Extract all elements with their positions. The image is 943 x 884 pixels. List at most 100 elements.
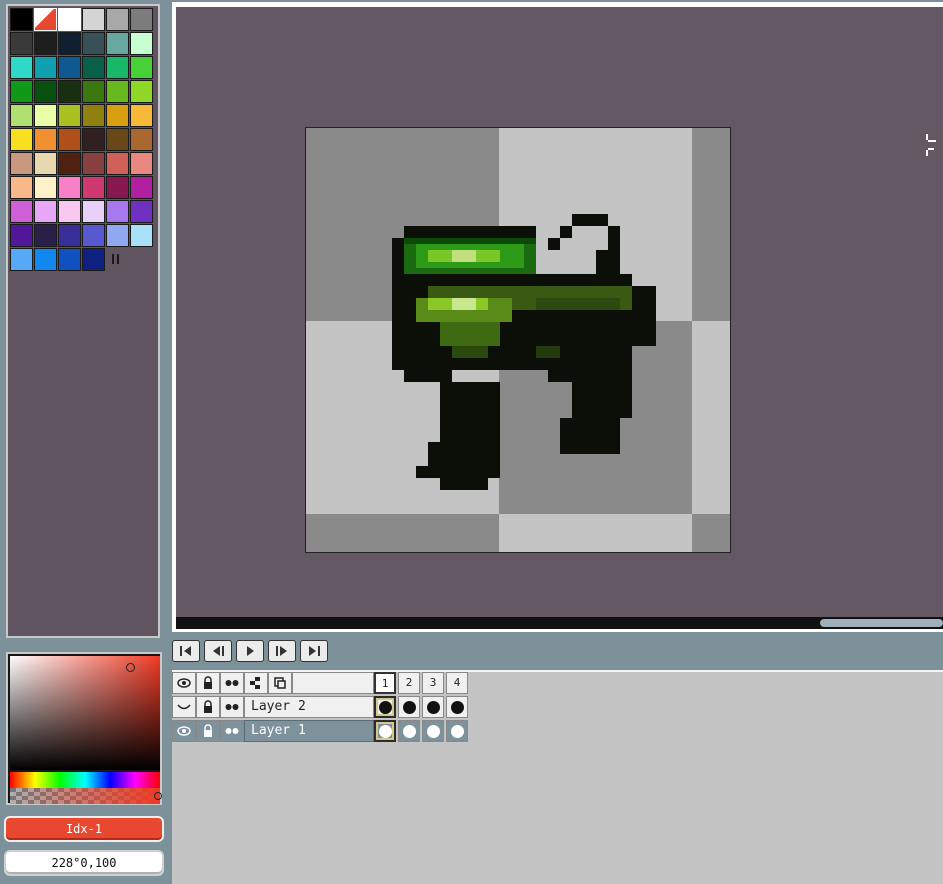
palette-swatch[interactable] [34, 200, 57, 223]
cel-layer2-frame2[interactable] [398, 696, 420, 718]
palette-swatch[interactable] [10, 176, 33, 199]
lock-header[interactable] [196, 672, 220, 694]
palette-swatch[interactable] [130, 104, 153, 127]
frame-header-3[interactable]: 3 [422, 672, 444, 694]
palette-swatch[interactable] [130, 152, 153, 175]
palette-swatch[interactable] [34, 32, 57, 55]
palette-swatch[interactable] [82, 8, 105, 31]
palette-swatch[interactable] [106, 32, 129, 55]
palette-swatch[interactable] [10, 32, 33, 55]
palette-swatch[interactable] [10, 104, 33, 127]
continuous-header[interactable] [220, 672, 244, 694]
layer-1-lock-toggle[interactable] [196, 720, 220, 742]
palette-swatch[interactable] [82, 104, 105, 127]
palette-swatch[interactable] [82, 32, 105, 55]
palette-swatch[interactable] [106, 200, 129, 223]
palette-swatch[interactable] [34, 56, 57, 79]
layer-2-name[interactable]: Layer 2 [244, 696, 374, 718]
palette-swatch[interactable] [34, 248, 57, 271]
play-button[interactable] [236, 640, 264, 662]
horizontal-scrollbar-thumb[interactable] [820, 619, 943, 627]
cel-layer1-frame2[interactable] [398, 720, 420, 742]
palette-swatch[interactable] [58, 32, 81, 55]
cel-layer1-frame3[interactable] [422, 720, 444, 742]
palette-swatch[interactable] [10, 200, 33, 223]
alpha-slider[interactable] [10, 788, 160, 804]
palette-resize-handle[interactable] [112, 254, 120, 266]
palette-swatch[interactable] [34, 128, 57, 151]
palette-swatch[interactable] [58, 152, 81, 175]
cel-layer2-frame4[interactable] [446, 696, 468, 718]
palette-swatch[interactable] [82, 80, 105, 103]
palette-swatch[interactable] [34, 224, 57, 247]
palette-swatch[interactable] [10, 152, 33, 175]
previous-frame-button[interactable] [204, 640, 232, 662]
palette-swatch[interactable] [58, 80, 81, 103]
palette-swatch[interactable] [130, 224, 153, 247]
palette-swatch[interactable] [58, 224, 81, 247]
layer-1-continuous-toggle[interactable] [220, 720, 244, 742]
palette-swatch[interactable] [34, 152, 57, 175]
palette-swatch[interactable] [82, 128, 105, 151]
palette-swatch[interactable] [58, 200, 81, 223]
layer-1-visibility-toggle[interactable] [172, 720, 196, 742]
palette-swatch[interactable] [130, 176, 153, 199]
palette-swatch[interactable] [106, 56, 129, 79]
palette-swatch[interactable] [130, 128, 153, 151]
palette-swatch[interactable] [10, 128, 33, 151]
palette-swatch[interactable] [10, 248, 33, 271]
hue-slider[interactable] [10, 772, 160, 788]
visibility-header[interactable] [172, 672, 196, 694]
saturation-value-field[interactable] [10, 656, 160, 770]
frame-header-1[interactable]: 1 [374, 672, 396, 694]
palette-swatch[interactable] [34, 104, 57, 127]
palette-swatch[interactable] [34, 8, 57, 31]
next-frame-button[interactable] [268, 640, 296, 662]
cel-layer2-frame1[interactable] [374, 696, 396, 718]
frame-header-4[interactable]: 4 [446, 672, 468, 694]
layer-1-name[interactable]: Layer 1 [244, 720, 374, 742]
layer-2-visibility-toggle[interactable] [172, 696, 196, 718]
cel-layer1-frame4[interactable] [446, 720, 468, 742]
sv-cursor[interactable] [126, 663, 135, 672]
palette-swatch[interactable] [130, 56, 153, 79]
palette-swatch[interactable] [58, 248, 81, 271]
palette-swatch[interactable] [106, 80, 129, 103]
sprite-canvas[interactable] [305, 127, 731, 553]
palette-swatch[interactable] [82, 176, 105, 199]
palette-swatch[interactable] [130, 200, 153, 223]
palette-swatch[interactable] [10, 56, 33, 79]
palette-swatch[interactable] [58, 56, 81, 79]
layer-2-continuous-toggle[interactable] [220, 696, 244, 718]
last-frame-button[interactable] [300, 640, 328, 662]
palette-swatch[interactable] [82, 152, 105, 175]
palette-swatch[interactable] [106, 8, 129, 31]
palette-swatch[interactable] [58, 104, 81, 127]
alpha-cursor[interactable] [154, 792, 162, 800]
palette-swatch[interactable] [130, 80, 153, 103]
palette-swatch[interactable] [130, 8, 153, 31]
palette-swatch[interactable] [10, 8, 33, 31]
palette-swatch[interactable] [106, 224, 129, 247]
palette-swatch[interactable] [106, 152, 129, 175]
palette-swatch[interactable] [58, 176, 81, 199]
palette-swatch[interactable] [130, 32, 153, 55]
palette-swatch[interactable] [82, 56, 105, 79]
color-index-field[interactable]: Idx-1 [4, 816, 164, 842]
cel-layer1-frame1[interactable] [374, 720, 396, 742]
first-frame-button[interactable] [172, 640, 200, 662]
group-header[interactable] [244, 672, 268, 694]
palette-swatch[interactable] [82, 200, 105, 223]
palette-swatch[interactable] [10, 224, 33, 247]
color-value-field[interactable]: 228°0,100 [4, 850, 164, 876]
palette-swatch[interactable] [106, 128, 129, 151]
palette-swatch[interactable] [58, 8, 81, 31]
palette-swatch[interactable] [106, 104, 129, 127]
palette-swatch[interactable] [58, 128, 81, 151]
frame-header-2[interactable]: 2 [398, 672, 420, 694]
palette-swatch[interactable] [10, 80, 33, 103]
palette-swatch[interactable] [82, 248, 105, 271]
layer-2-lock-toggle[interactable] [196, 696, 220, 718]
palette-swatch[interactable] [106, 176, 129, 199]
cel-layer2-frame3[interactable] [422, 696, 444, 718]
